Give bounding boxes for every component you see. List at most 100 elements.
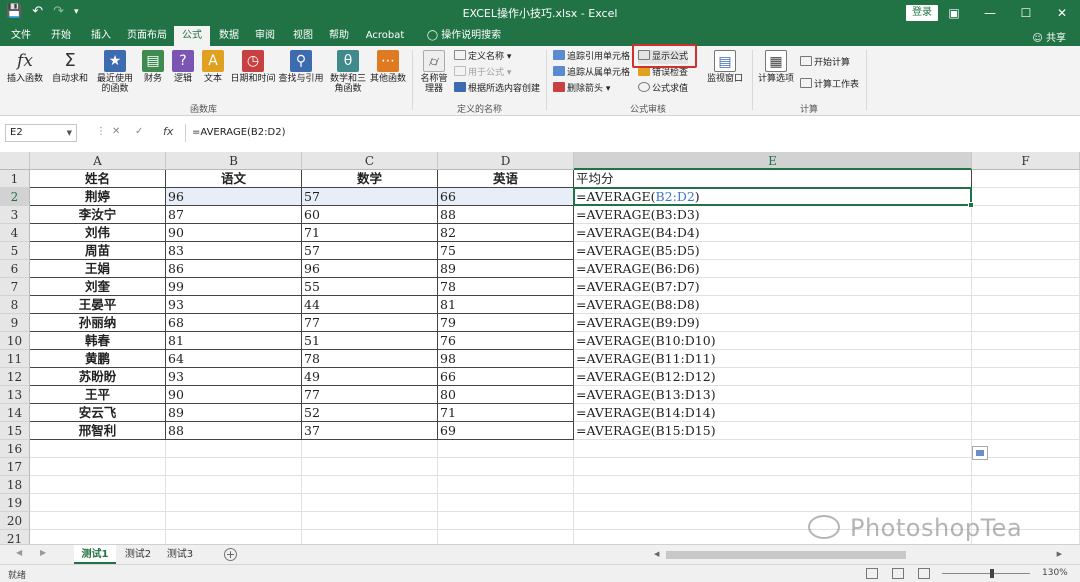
- name-cell[interactable]: 李汝宁: [30, 206, 166, 224]
- tab-data[interactable]: 数据: [214, 26, 244, 46]
- chinese-score-cell[interactable]: 90: [166, 386, 302, 404]
- chinese-score-cell[interactable]: 86: [166, 260, 302, 278]
- empty-cell[interactable]: [438, 530, 574, 544]
- average-formula-cell[interactable]: =AVERAGE(B11:D11): [574, 350, 972, 368]
- cell-f1[interactable]: [972, 170, 1080, 188]
- tab-help[interactable]: 帮助: [324, 26, 354, 46]
- zoom-level[interactable]: 130%: [1042, 568, 1068, 578]
- header-cell-c[interactable]: 数学: [302, 170, 438, 188]
- average-formula-cell[interactable]: =AVERAGE(B13:D13): [574, 386, 972, 404]
- row-header-16[interactable]: 16: [0, 440, 30, 458]
- empty-cell[interactable]: [972, 278, 1080, 296]
- math-score-cell[interactable]: 77: [302, 314, 438, 332]
- chinese-score-cell[interactable]: 88: [166, 422, 302, 440]
- sheet-tab-2[interactable]: 测试2: [118, 545, 158, 564]
- scroll-thumb[interactable]: [666, 551, 906, 559]
- math-score-cell[interactable]: 96: [302, 260, 438, 278]
- row-header-19[interactable]: 19: [0, 494, 30, 512]
- select-all-corner[interactable]: [0, 152, 30, 170]
- tab-insert[interactable]: 插入: [84, 26, 118, 46]
- english-score-cell[interactable]: 98: [438, 350, 574, 368]
- row-header-6[interactable]: 6: [0, 260, 30, 278]
- tab-file[interactable]: 文件: [4, 26, 38, 46]
- empty-cell[interactable]: [302, 476, 438, 494]
- average-formula-cell[interactable]: =AVERAGE(B7:D7): [574, 278, 972, 296]
- row-header-15[interactable]: 15: [0, 422, 30, 440]
- english-score-cell[interactable]: 89: [438, 260, 574, 278]
- name-cell[interactable]: 黄鹏: [30, 350, 166, 368]
- row-header-7[interactable]: 7: [0, 278, 30, 296]
- math-score-cell[interactable]: 51: [302, 332, 438, 350]
- chinese-score-cell[interactable]: 90: [166, 224, 302, 242]
- empty-cell[interactable]: [30, 476, 166, 494]
- empty-cell[interactable]: [972, 260, 1080, 278]
- row-header-10[interactable]: 10: [0, 332, 30, 350]
- trace-precedents-button[interactable]: 追踪引用单元格: [553, 50, 630, 64]
- average-formula-cell[interactable]: =AVERAGE(B9:D9): [574, 314, 972, 332]
- empty-cell[interactable]: [30, 530, 166, 544]
- scroll-right-icon[interactable]: ▶: [1057, 550, 1062, 558]
- empty-cell[interactable]: [972, 314, 1080, 332]
- scroll-left-icon[interactable]: ◀: [654, 550, 659, 558]
- average-formula-cell[interactable]: =AVERAGE(B8:D8): [574, 296, 972, 314]
- logical-button[interactable]: ? 逻辑: [170, 50, 196, 84]
- remove-arrows-button[interactable]: 删除箭头 ▾: [553, 82, 610, 96]
- minimize-icon[interactable]: —: [972, 0, 1008, 26]
- zoom-slider[interactable]: [942, 573, 1030, 574]
- average-formula-cell[interactable]: =AVERAGE(B2:D2): [574, 188, 972, 206]
- tab-page-layout[interactable]: 页面布局: [124, 26, 170, 46]
- empty-cell[interactable]: [972, 332, 1080, 350]
- chinese-score-cell[interactable]: 87: [166, 206, 302, 224]
- math-score-cell[interactable]: 37: [302, 422, 438, 440]
- quick-analysis-icon[interactable]: [972, 446, 988, 460]
- calculation-options-button[interactable]: ▦ 计算选项: [756, 50, 796, 84]
- english-score-cell[interactable]: 81: [438, 296, 574, 314]
- empty-cell[interactable]: [302, 458, 438, 476]
- math-score-cell[interactable]: 52: [302, 404, 438, 422]
- math-score-cell[interactable]: 71: [302, 224, 438, 242]
- empty-cell[interactable]: [302, 494, 438, 512]
- name-cell[interactable]: 王娟: [30, 260, 166, 278]
- empty-cell[interactable]: [972, 494, 1080, 512]
- empty-cell[interactable]: [972, 224, 1080, 242]
- row-header-20[interactable]: 20: [0, 512, 30, 530]
- name-cell[interactable]: 刘伟: [30, 224, 166, 242]
- average-formula-cell[interactable]: =AVERAGE(B12:D12): [574, 368, 972, 386]
- empty-cell[interactable]: [574, 494, 972, 512]
- lookup-reference-button[interactable]: ⚲ 查找与引用: [278, 50, 324, 84]
- name-cell[interactable]: 苏盼盼: [30, 368, 166, 386]
- empty-cell[interactable]: [972, 242, 1080, 260]
- name-cell[interactable]: 刘奎: [30, 278, 166, 296]
- empty-cell[interactable]: [166, 476, 302, 494]
- row-header-12[interactable]: 12: [0, 368, 30, 386]
- math-score-cell[interactable]: 57: [302, 188, 438, 206]
- chinese-score-cell[interactable]: 93: [166, 368, 302, 386]
- english-score-cell[interactable]: 76: [438, 332, 574, 350]
- header-cell-a[interactable]: 姓名: [30, 170, 166, 188]
- row-header-11[interactable]: 11: [0, 350, 30, 368]
- row-header-21[interactable]: 21: [0, 530, 30, 544]
- chinese-score-cell[interactable]: 89: [166, 404, 302, 422]
- normal-view-icon[interactable]: [866, 568, 878, 579]
- name-cell[interactable]: 邢智利: [30, 422, 166, 440]
- name-cell[interactable]: 孙丽纳: [30, 314, 166, 332]
- row-header-3[interactable]: 3: [0, 206, 30, 224]
- column-header-c[interactable]: C: [302, 152, 438, 170]
- empty-cell[interactable]: [972, 458, 1080, 476]
- math-score-cell[interactable]: 49: [302, 368, 438, 386]
- math-trig-button[interactable]: θ 数学和三角函数: [328, 50, 368, 94]
- zoom-slider-knob[interactable]: [990, 569, 994, 578]
- average-formula-cell[interactable]: =AVERAGE(B14:D14): [574, 404, 972, 422]
- math-score-cell[interactable]: 55: [302, 278, 438, 296]
- insert-function-icon[interactable]: fx: [163, 125, 173, 138]
- english-score-cell[interactable]: 66: [438, 368, 574, 386]
- empty-cell[interactable]: [438, 440, 574, 458]
- average-formula-cell[interactable]: =AVERAGE(B6:D6): [574, 260, 972, 278]
- trace-dependents-button[interactable]: 追踪从属单元格: [553, 66, 630, 80]
- name-cell[interactable]: 王平: [30, 386, 166, 404]
- autosum-button[interactable]: Σ 自动求和: [50, 50, 90, 84]
- text-button[interactable]: A 文本: [200, 50, 226, 84]
- header-cell-d[interactable]: 英语: [438, 170, 574, 188]
- sheet-tab-1[interactable]: 测试1: [74, 545, 116, 564]
- error-checking-button[interactable]: 错误检查: [638, 66, 688, 80]
